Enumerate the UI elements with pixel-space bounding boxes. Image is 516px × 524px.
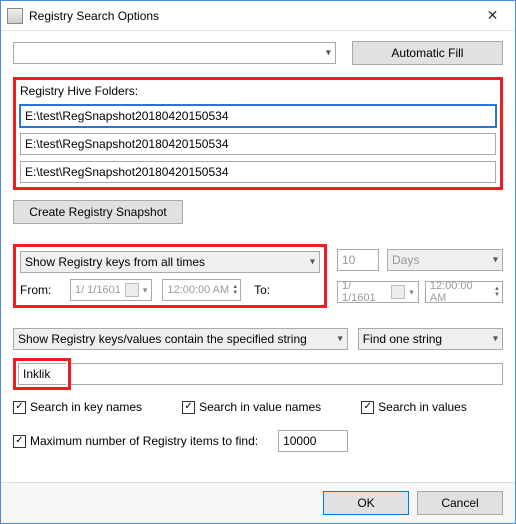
search-text-highlight: [13, 358, 71, 390]
window-title: Registry Search Options: [29, 9, 470, 23]
to-datetime-row: 1/ 1/1601 ▾ 12:00:00 AM ▲▼: [337, 281, 503, 303]
hive-folders-group: Registry Hive Folders:: [13, 77, 503, 190]
from-time[interactable]: 12:00:00 AM ▲▼: [162, 279, 241, 301]
hive-path-1[interactable]: [20, 105, 496, 127]
find-mode-label: Find one string: [363, 332, 442, 346]
days-row: Days ▾: [337, 249, 503, 271]
chevron-down-icon: ▾: [338, 334, 343, 345]
chevron-down-icon: ▾: [143, 285, 148, 296]
days-value: [337, 249, 379, 271]
from-time-value: 12:00:00 AM: [167, 284, 229, 296]
chevron-down-icon: ▾: [409, 287, 414, 298]
chevron-down-icon: ▾: [326, 48, 331, 59]
to-time[interactable]: 12:00:00 AM ▲▼: [425, 281, 503, 303]
from-date-value: 1/ 1/1601: [75, 284, 121, 296]
hive-inputs: [20, 105, 496, 183]
chevron-down-icon: ▾: [310, 257, 315, 268]
to-date[interactable]: 1/ 1/1601 ▾: [337, 281, 419, 303]
search-values-check[interactable]: ✓ Search in values: [361, 400, 467, 414]
search-text-row: [13, 358, 503, 390]
max-items-check[interactable]: ✓ Maximum number of Registry items to fi…: [13, 434, 258, 448]
max-items-row: ✓ Maximum number of Registry items to fi…: [13, 430, 503, 452]
create-snapshot-button[interactable]: Create Registry Snapshot: [13, 200, 183, 224]
search-text-prefix[interactable]: [18, 363, 66, 385]
days-unit-label: Days: [392, 253, 419, 267]
hive-path-2[interactable]: [20, 133, 496, 155]
spinner-icon: ▲▼: [232, 284, 238, 296]
search-values-label: Search in values: [378, 400, 467, 414]
checkbox-icon: ✓: [361, 401, 374, 414]
max-items-label: Maximum number of Registry items to find…: [30, 434, 258, 448]
to-time-value: 12:00:00 AM: [430, 280, 491, 304]
from-to-row: From: 1/ 1/1601 ▾ 12:00:00 AM ▲▼ To:: [20, 279, 320, 301]
chevron-down-icon: ▾: [493, 255, 498, 266]
contain-mode-combo[interactable]: Show Registry keys/values contain the sp…: [13, 328, 348, 350]
spinner-icon: ▲▼: [494, 286, 500, 298]
days-unit-combo: Days ▾: [387, 249, 503, 271]
close-button[interactable]: ✕: [470, 1, 515, 30]
hive-folders-label: Registry Hive Folders:: [20, 84, 496, 98]
to-label: To:: [251, 283, 273, 297]
time-mode-label: Show Registry keys from all times: [25, 255, 205, 269]
max-items-value[interactable]: [278, 430, 348, 452]
dialog-window: Registry Search Options ✕ ▾ Automatic Fi…: [0, 0, 516, 524]
search-key-names-check[interactable]: ✓ Search in key names: [13, 400, 142, 414]
time-mode-combo[interactable]: Show Registry keys from all times ▾: [20, 251, 320, 273]
calendar-icon: [125, 283, 139, 297]
days-and-to-column: Days ▾ 1/ 1/1601 ▾ 12:00:00 AM ▲▼: [337, 249, 503, 303]
calendar-icon: [391, 285, 405, 299]
titlebar: Registry Search Options ✕: [1, 1, 515, 31]
time-filter-box: Show Registry keys from all times ▾ From…: [13, 244, 327, 308]
search-text-rest[interactable]: [71, 363, 503, 385]
checkbox-icon: ✓: [182, 401, 195, 414]
time-filter-row: Show Registry keys from all times ▾ From…: [13, 244, 503, 308]
profile-combo[interactable]: ▾: [13, 42, 336, 64]
app-icon: [7, 8, 23, 24]
search-value-names-check[interactable]: ✓ Search in value names: [182, 400, 321, 414]
automatic-fill-button[interactable]: Automatic Fill: [352, 41, 503, 65]
ok-button[interactable]: OK: [323, 491, 409, 515]
checkbox-icon: ✓: [13, 435, 26, 448]
search-key-names-label: Search in key names: [30, 400, 142, 414]
snapshot-row: Create Registry Snapshot: [13, 200, 503, 224]
top-row: ▾ Automatic Fill: [13, 41, 503, 65]
contain-row: Show Registry keys/values contain the sp…: [13, 328, 503, 350]
dialog-footer: OK Cancel: [1, 482, 515, 523]
from-label: From:: [20, 283, 60, 297]
chevron-down-icon: ▾: [493, 334, 498, 345]
from-date[interactable]: 1/ 1/1601 ▾: [70, 279, 152, 301]
contain-mode-label: Show Registry keys/values contain the sp…: [18, 332, 307, 346]
search-options-row: ✓ Search in key names ✓ Search in value …: [13, 400, 503, 414]
hive-path-3[interactable]: [20, 161, 496, 183]
to-date-value: 1/ 1/1601: [342, 280, 387, 304]
find-mode-combo[interactable]: Find one string ▾: [358, 328, 503, 350]
cancel-button[interactable]: Cancel: [417, 491, 503, 515]
checkbox-icon: ✓: [13, 401, 26, 414]
dialog-content: ▾ Automatic Fill Registry Hive Folders: …: [1, 31, 515, 482]
search-value-names-label: Search in value names: [199, 400, 321, 414]
